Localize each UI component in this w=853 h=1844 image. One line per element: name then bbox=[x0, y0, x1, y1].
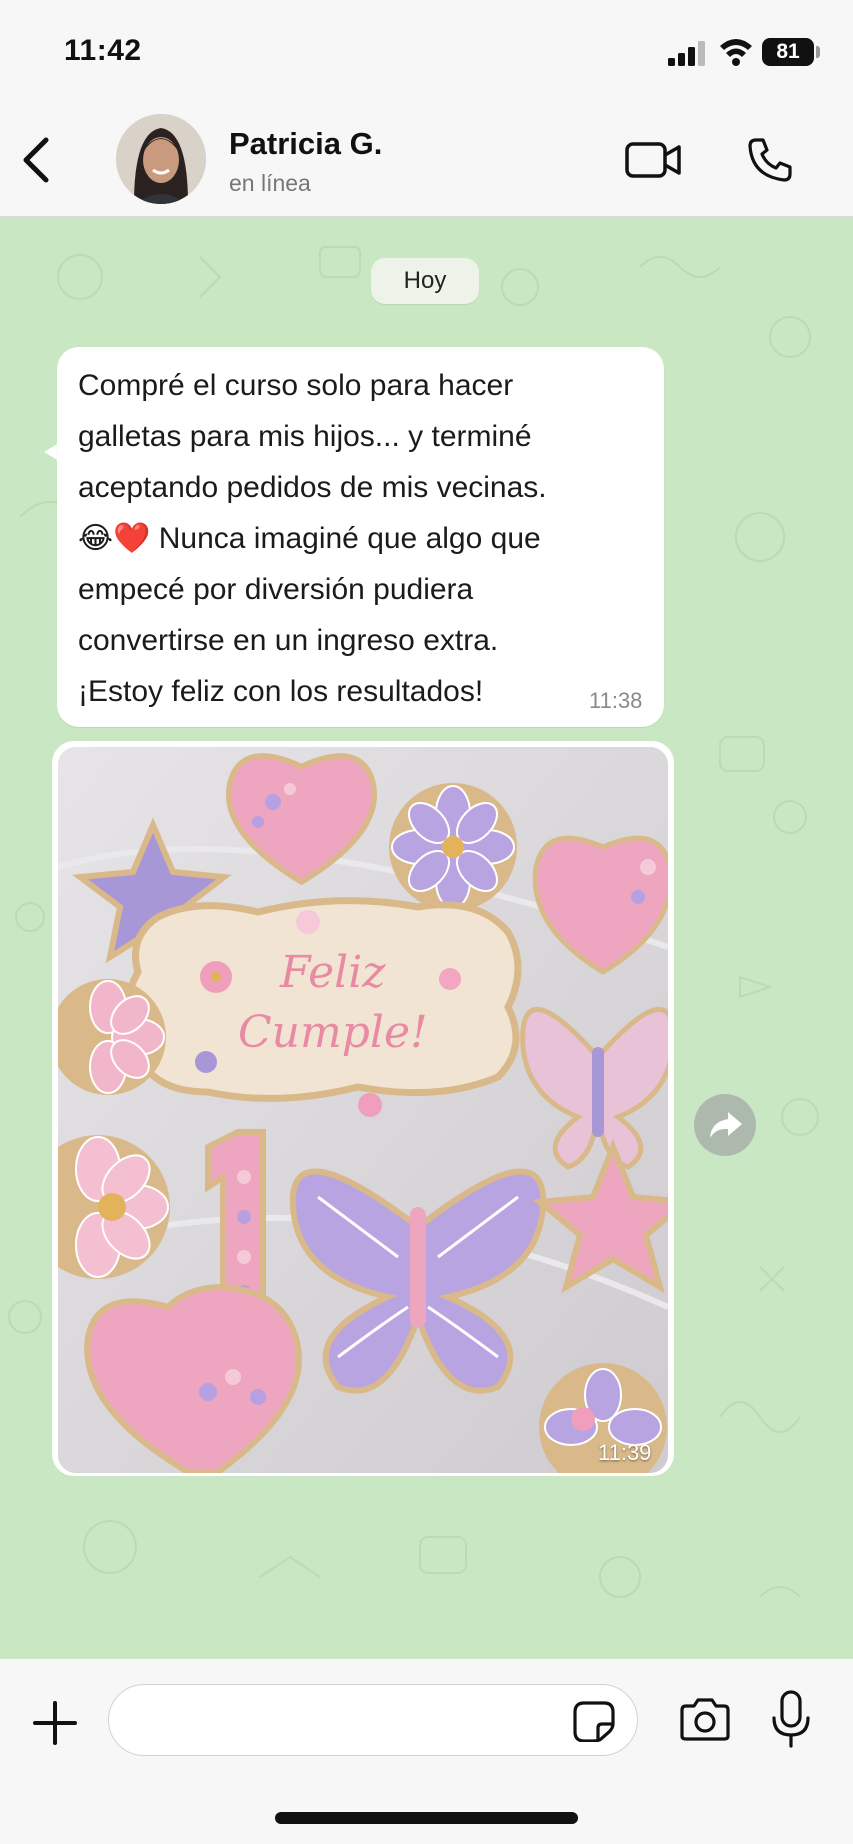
message-line: galletas para mis hijos... y terminé bbox=[78, 420, 532, 453]
battery-indicator: 81 bbox=[762, 38, 814, 66]
message-timestamp: 11:38 bbox=[589, 688, 643, 713]
avatar[interactable] bbox=[116, 114, 206, 204]
cookies-illustration: Feliz Cumple! bbox=[58, 747, 668, 1473]
flower-cookie bbox=[389, 783, 517, 911]
message-text[interactable]: Compré el curso solo para hacer galletas… bbox=[78, 360, 638, 717]
message-input[interactable] bbox=[108, 1684, 638, 1756]
chat-header: Patricia G. en línea bbox=[0, 100, 853, 217]
plus-icon[interactable] bbox=[30, 1698, 80, 1748]
message-line: 😂❤️ Nunca imaginé que algo que bbox=[78, 522, 541, 555]
battery-tip bbox=[816, 46, 820, 58]
sticker-icon[interactable] bbox=[572, 1700, 616, 1742]
contact-name[interactable]: Patricia G. bbox=[229, 126, 382, 162]
message-line: ¡Estoy feliz con los resultados! bbox=[78, 675, 484, 708]
signal-icon bbox=[668, 41, 705, 66]
phone-icon[interactable] bbox=[746, 136, 794, 184]
cookie-text-feliz: Feliz bbox=[279, 947, 386, 998]
avatar-image bbox=[116, 114, 206, 204]
home-indicator[interactable] bbox=[275, 1812, 578, 1824]
status-time: 11:42 bbox=[64, 34, 142, 67]
message-line: empecé por diversión pudiera bbox=[78, 573, 474, 606]
microphone-icon[interactable] bbox=[770, 1690, 812, 1748]
forward-icon bbox=[710, 1112, 742, 1138]
message-line: aceptando pedidos de mis vecinas. bbox=[78, 471, 547, 504]
message-line: convertirse en un ingreso extra. bbox=[78, 624, 499, 657]
contact-status: en línea bbox=[229, 170, 311, 196]
video-call-icon[interactable] bbox=[624, 138, 682, 182]
camera-icon[interactable] bbox=[678, 1696, 732, 1742]
status-bar: 11:42 81 bbox=[0, 0, 853, 100]
message-line: Compré el curso solo para hacer bbox=[78, 369, 514, 402]
wifi-icon bbox=[720, 39, 752, 66]
date-separator: Hoy bbox=[371, 258, 479, 304]
forward-button[interactable] bbox=[694, 1094, 756, 1156]
back-arrow-icon[interactable] bbox=[14, 134, 58, 186]
image-timestamp: 11:39 bbox=[598, 1440, 652, 1465]
cookies-photo[interactable]: Feliz Cumple! bbox=[58, 747, 668, 1473]
cookie-text-cumple: Cumple! bbox=[238, 1007, 428, 1058]
